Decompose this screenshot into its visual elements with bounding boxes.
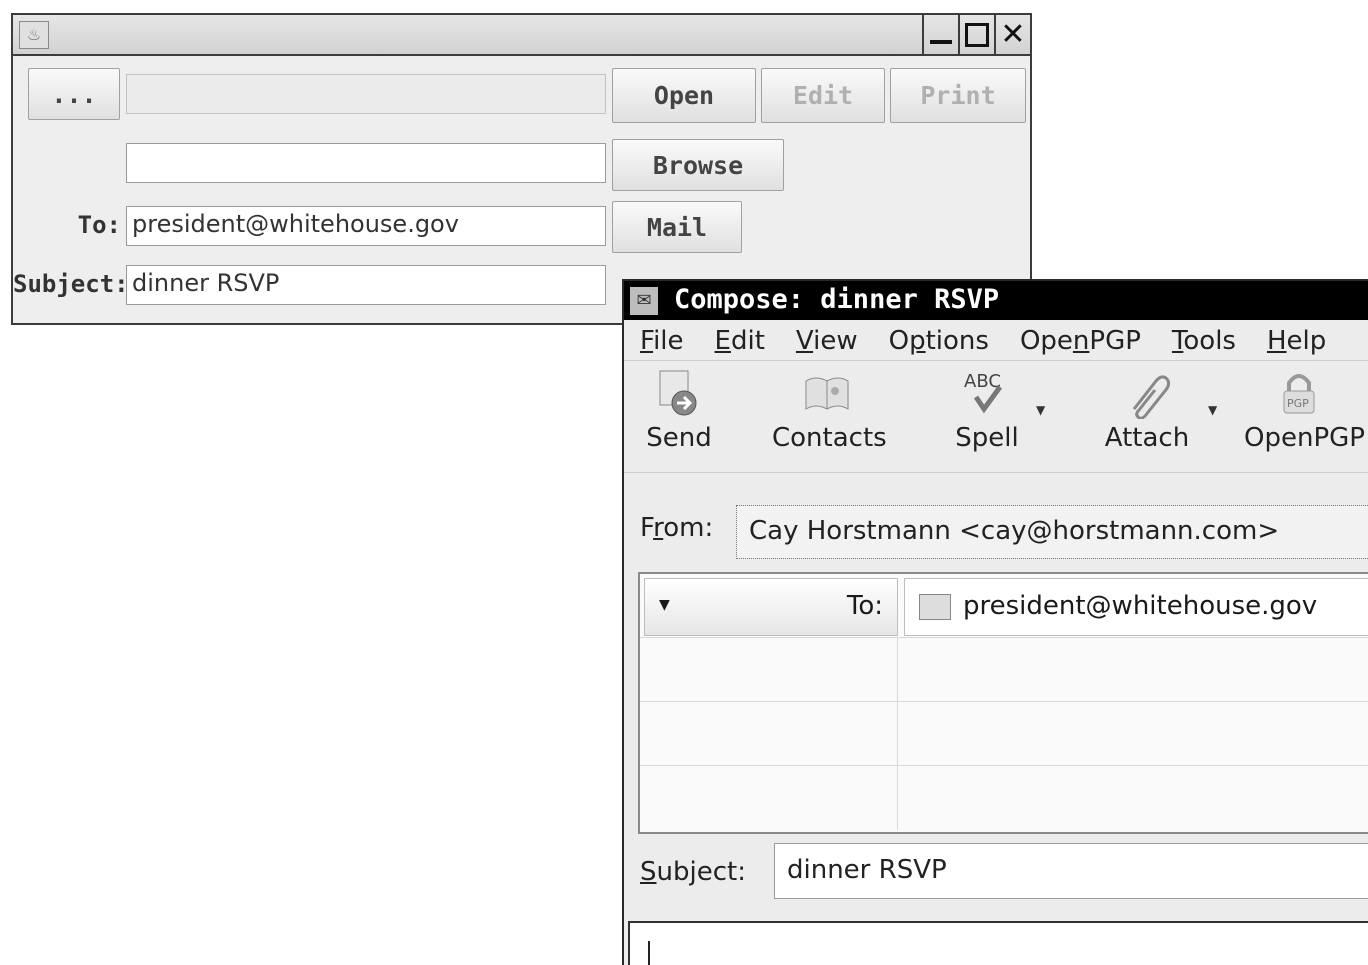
contact-card-icon [919, 593, 951, 620]
menu-file[interactable]: File [640, 326, 684, 356]
minimize-icon[interactable] [922, 15, 958, 54]
address-row-empty[interactable] [640, 638, 1368, 702]
subject-label: Subject: [13, 270, 129, 298]
address-book-icon [802, 367, 852, 419]
lock-icon: PGP [1274, 367, 1324, 419]
chevron-down-icon: ▼ [659, 597, 670, 613]
attach-button[interactable]: Attach [1092, 367, 1202, 453]
send-icon [654, 367, 704, 419]
contacts-button[interactable]: Contacts [772, 367, 887, 453]
address-row-empty[interactable] [640, 702, 1368, 766]
java-titlebar[interactable]: ♨ ✕ [13, 15, 1030, 56]
edit-button[interactable]: Edit [761, 68, 885, 123]
file-path-field [126, 74, 606, 114]
compose-app-icon: ✉ [630, 287, 658, 315]
compose-title: Compose: dinner RSVP [674, 284, 1000, 315]
menu-openpgp[interactable]: OpenPGP [1020, 326, 1141, 356]
print-button[interactable]: Print [890, 68, 1026, 123]
compose-window: ✉ Compose: dinner RSVP File Edit View Op… [622, 279, 1368, 965]
spell-button[interactable]: ABC Spell [932, 367, 1042, 453]
recipient-type-select[interactable]: ▼ To: [644, 578, 898, 636]
address-row: ▼ To: president@whitehouse.gov [640, 574, 1368, 638]
compose-toolbar: Send Contacts ABC Spell ▼ Attach ▼ PGP O… [624, 363, 1368, 473]
compose-subject-input[interactable]: dinner RSVP [774, 843, 1368, 899]
mail-button[interactable]: Mail [612, 201, 742, 253]
address-grid: ▼ To: president@whitehouse.gov [638, 572, 1368, 834]
recipient-input[interactable]: president@whitehouse.gov [904, 578, 1368, 636]
from-label: From: [640, 513, 714, 543]
java-cup-icon: ♨ [19, 21, 49, 49]
browse-path-input[interactable] [126, 143, 606, 183]
svg-text:PGP: PGP [1287, 397, 1309, 410]
to-input[interactable]: president@whitehouse.gov [126, 206, 606, 246]
address-row-empty[interactable] [640, 766, 1368, 830]
openpgp-button[interactable]: PGP OpenPGP [1244, 367, 1365, 453]
subject-input[interactable]: dinner RSVP [126, 265, 606, 305]
compose-subject-label: Subject: [640, 857, 746, 887]
send-button[interactable]: Send [624, 367, 734, 453]
text-caret [648, 941, 650, 965]
attach-dropdown-icon[interactable]: ▼ [1208, 403, 1217, 417]
compose-titlebar[interactable]: ✉ Compose: dinner RSVP [624, 281, 1368, 320]
to-label: To: [77, 211, 121, 239]
menu-help[interactable]: Help [1267, 326, 1326, 356]
spell-dropdown-icon[interactable]: ▼ [1036, 403, 1045, 417]
menu-edit[interactable]: Edit [715, 326, 765, 356]
spellcheck-icon: ABC [962, 367, 1012, 419]
menubar: File Edit View Options OpenPGP Tools Hel… [624, 321, 1368, 361]
choose-file-button[interactable]: ... [28, 68, 120, 120]
paperclip-icon [1122, 367, 1172, 420]
from-identity-select[interactable]: Cay Horstmann <cay@horstmann.com> [736, 505, 1368, 559]
menu-options[interactable]: Options [889, 326, 989, 356]
menu-tools[interactable]: Tools [1172, 326, 1236, 356]
open-button[interactable]: Open [612, 68, 756, 123]
maximize-icon[interactable] [958, 15, 994, 54]
menu-view[interactable]: View [796, 326, 858, 356]
close-icon[interactable]: ✕ [994, 15, 1030, 54]
browse-button[interactable]: Browse [612, 139, 784, 191]
svg-text:ABC: ABC [964, 371, 1001, 392]
message-body-editor[interactable] [628, 921, 1368, 965]
